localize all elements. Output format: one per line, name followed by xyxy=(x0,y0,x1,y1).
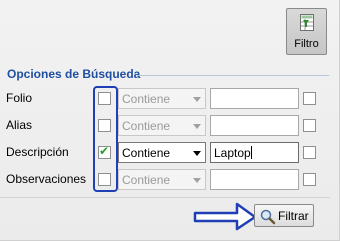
bottom-divider xyxy=(0,197,330,198)
value-input-observaciones[interactable] xyxy=(210,169,299,190)
value-input-alias[interactable] xyxy=(210,115,299,136)
checkbox-column-highlight xyxy=(93,86,118,192)
filter-row-alias: Alias Contiene xyxy=(0,113,340,137)
filter-row-folio: Folio Contiene xyxy=(0,86,340,110)
filter-table-icon xyxy=(300,14,314,31)
filtro-button[interactable]: Filtro xyxy=(286,8,327,55)
section-title: Opciones de Búsqueda xyxy=(7,67,141,81)
filtrar-label: Filtrar xyxy=(278,209,309,223)
search-panel: Filtro Opciones de Búsqueda Folio Contie… xyxy=(0,0,340,241)
filtro-label: Filtro xyxy=(294,38,319,50)
filter-row-descripcion: Descripción Contiene Laptop xyxy=(0,140,340,164)
value-input-descripcion[interactable]: Laptop xyxy=(210,142,299,163)
operator-select-alias[interactable]: Contiene xyxy=(118,115,206,136)
chevron-down-icon xyxy=(193,178,201,183)
chevron-down-icon xyxy=(193,97,201,102)
chevron-down-icon xyxy=(193,151,201,156)
text-caret xyxy=(250,146,252,159)
filter-row-observaciones: Observaciones Contiene xyxy=(0,167,340,191)
pointer-arrow-annotation xyxy=(193,202,257,231)
filter-label-observaciones: Observaciones xyxy=(6,172,87,186)
filter-label-alias: Alias xyxy=(6,118,33,132)
chevron-down-icon xyxy=(193,124,201,129)
extra-checkbox-alias[interactable] xyxy=(303,119,316,132)
operator-select-folio[interactable]: Contiene xyxy=(118,88,206,109)
operator-select-descripcion[interactable]: Contiene xyxy=(118,142,206,163)
filter-label-folio: Folio xyxy=(6,91,33,105)
extra-checkbox-observaciones[interactable] xyxy=(303,173,316,186)
filter-label-descripcion: Descripción xyxy=(6,145,69,159)
section-divider xyxy=(138,75,329,76)
extra-checkbox-descripcion[interactable] xyxy=(303,146,316,159)
operator-select-observaciones[interactable]: Contiene xyxy=(118,169,206,190)
extra-checkbox-folio[interactable] xyxy=(303,92,316,105)
magnifier-icon xyxy=(260,209,276,225)
filtrar-button[interactable]: Filtrar xyxy=(254,204,314,227)
value-input-folio[interactable] xyxy=(210,88,299,109)
